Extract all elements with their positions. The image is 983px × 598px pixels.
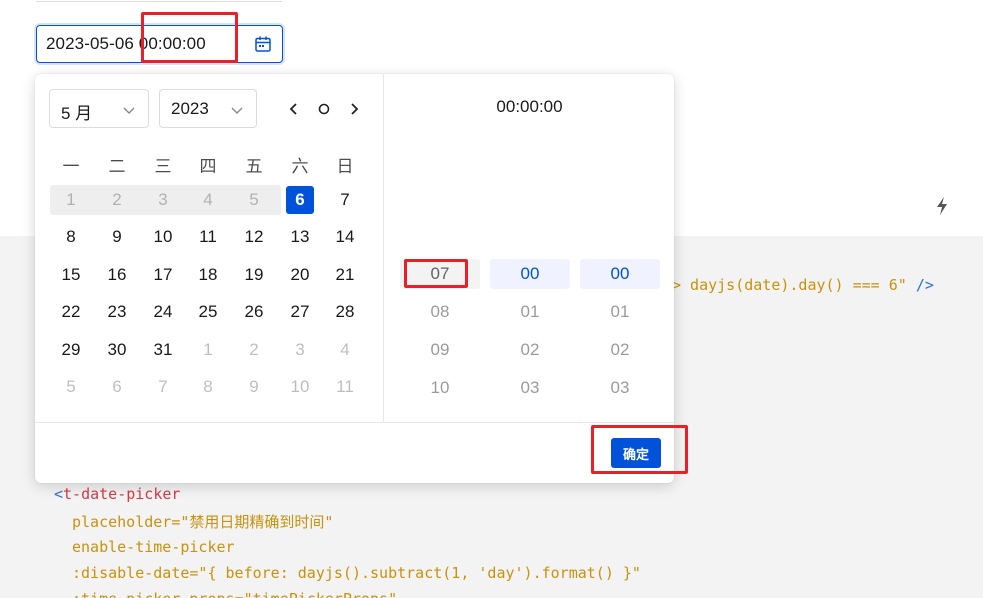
hour-option[interactable]: 09: [400, 335, 480, 365]
code-line-disable-date: :disable-date="{ before: dayjs().subtrac…: [72, 564, 641, 582]
second-option[interactable]: 02: [580, 335, 660, 365]
code-line-time-props: :time-picker-props="timePickerProps": [72, 590, 397, 598]
day-cell-selected[interactable]: 6: [286, 186, 314, 214]
hour-option[interactable]: 07: [400, 259, 480, 289]
date-input-value: 2023-05-06 00:00:00: [46, 34, 206, 53]
day-cell: 3: [158, 190, 168, 209]
day-cell[interactable]: 31: [145, 336, 181, 364]
day-cell[interactable]: 8: [53, 223, 89, 251]
month-select-value: 5 月: [61, 104, 93, 123]
day-cell: 2: [112, 190, 122, 209]
minute-option[interactable]: 02: [490, 335, 570, 365]
date-time-input[interactable]: 2023-05-06 00:00:00: [36, 25, 283, 63]
minute-option[interactable]: 03: [490, 373, 570, 403]
day-cell: 11: [336, 377, 354, 396]
code-fragment-attr: > dayjs(date).day() === 6": [672, 276, 907, 294]
day-cell[interactable]: 21: [327, 261, 363, 289]
day-cell[interactable]: 16: [99, 261, 135, 289]
day-cell[interactable]: 30: [99, 336, 135, 364]
year-select[interactable]: 2023: [159, 89, 257, 128]
code-fragment-close: />: [915, 276, 934, 294]
day-cell: 6: [112, 377, 122, 396]
month-select[interactable]: 5 月: [49, 89, 149, 128]
day-cell[interactable]: 29: [53, 336, 89, 364]
calendar-icon[interactable]: [254, 35, 272, 53]
day-cell[interactable]: 9: [99, 223, 135, 251]
circle-icon: [318, 103, 330, 115]
date-picker-panel: 5 月 2023 一二三四五六日 1 2 3 4 5 6 7 8 9 10 11 12 13 14 15 16…: [35, 74, 674, 483]
lightning-icon[interactable]: [934, 196, 950, 216]
day-cell: 10: [290, 377, 310, 396]
day-cell[interactable]: 28: [327, 298, 363, 326]
day-cell[interactable]: 26: [236, 298, 272, 326]
day-cell: 7: [158, 377, 168, 396]
day-cell[interactable]: 15: [53, 261, 89, 289]
weekday-label: 二: [108, 157, 126, 177]
weekday-label: 一: [62, 157, 80, 177]
day-cell[interactable]: 17: [145, 261, 181, 289]
code-tag-bracket: <: [54, 485, 64, 503]
code-line-placeholder: placeholder="禁用日期精确到时间": [72, 513, 334, 531]
day-cell[interactable]: 25: [190, 298, 226, 326]
minute-option[interactable]: 00: [490, 259, 570, 289]
day-cell[interactable]: 7: [327, 186, 363, 214]
day-cell[interactable]: 12: [236, 223, 272, 251]
panel-footer: [35, 422, 674, 483]
code-line-tag: <t-date-picker: [54, 485, 180, 503]
day-cell: 4: [203, 190, 213, 209]
day-cell[interactable]: 24: [145, 298, 181, 326]
day-cell: 8: [203, 377, 213, 396]
day-cell: 9: [249, 377, 259, 396]
code-tag-name: t-date-picker: [63, 485, 181, 503]
weekday-label: 四: [199, 157, 217, 177]
time-panel: 00:00:00 07 08 09 10 00 01 02 03 00 01 02 03: [385, 74, 674, 422]
second-option[interactable]: 03: [580, 373, 660, 403]
day-cell[interactable]: 20: [282, 261, 318, 289]
today-button[interactable]: [313, 98, 335, 120]
weekday-label: 五: [245, 157, 263, 177]
code-line-fragment: > dayjs(date).day() === 6" />: [672, 276, 934, 294]
code-line-enable-time: enable-time-picker: [72, 538, 235, 556]
day-cell[interactable]: 14: [327, 223, 363, 251]
prev-month-button[interactable]: [283, 98, 305, 120]
second-option[interactable]: 00: [580, 259, 660, 289]
day-cell[interactable]: 10: [145, 223, 181, 251]
day-cell: 1: [203, 340, 213, 359]
day-cell: 5: [66, 377, 76, 396]
weekday-label: 六: [291, 157, 309, 177]
day-cell[interactable]: 18: [190, 261, 226, 289]
chevron-down-icon: [123, 107, 135, 114]
day-cell: 2: [249, 340, 259, 359]
weekday-label: 日: [336, 157, 354, 177]
hour-option[interactable]: 08: [400, 297, 480, 327]
minute-option[interactable]: 01: [490, 297, 570, 327]
chevron-right-icon: [351, 103, 359, 115]
day-cell: 5: [249, 190, 259, 209]
date-panel: 5 月 2023 一二三四五六日 1 2 3 4 5 6 7 8 9 10 11 12 13 14 15 16…: [35, 74, 384, 422]
hour-option[interactable]: 10: [400, 373, 480, 403]
day-cell[interactable]: 23: [99, 298, 135, 326]
day-cell[interactable]: 27: [282, 298, 318, 326]
next-month-button[interactable]: [343, 98, 365, 120]
year-select-value: 2023: [171, 99, 209, 118]
day-cell[interactable]: 22: [53, 298, 89, 326]
confirm-button[interactable]: 确定: [611, 438, 661, 468]
day-cell[interactable]: 13: [282, 223, 318, 251]
chevron-left-icon: [289, 103, 297, 115]
time-header: 00:00:00: [496, 97, 563, 116]
previous-input-edge: [36, 0, 282, 2]
day-cell: 1: [66, 190, 76, 209]
day-cell[interactable]: 19: [236, 261, 272, 289]
day-cell[interactable]: 11: [190, 223, 226, 251]
day-cell: 4: [340, 340, 350, 359]
chevron-down-icon: [231, 107, 243, 114]
weekday-label: 三: [154, 157, 172, 177]
second-option[interactable]: 01: [580, 297, 660, 327]
day-cell: 3: [295, 340, 305, 359]
